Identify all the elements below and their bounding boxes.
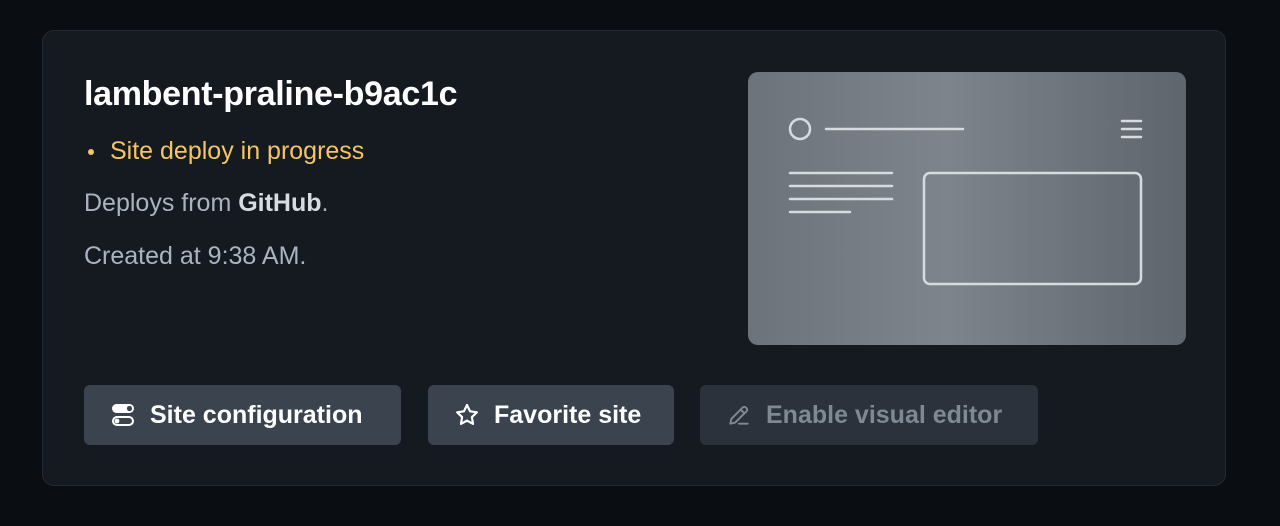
- star-icon: [454, 402, 480, 428]
- deploy-source: Deploys from GitHub.: [84, 189, 329, 218]
- favorite-site-button[interactable]: Favorite site: [428, 385, 674, 445]
- toggles-icon: [110, 402, 136, 428]
- site-name: lambent-praline-b9ac1c: [84, 75, 458, 113]
- site-configuration-button[interactable]: Site configuration: [84, 385, 401, 445]
- wireframe-illustration: [788, 117, 1143, 286]
- deploy-source-name: GitHub: [238, 189, 322, 217]
- enable-visual-editor-button[interactable]: Enable visual editor: [700, 385, 1038, 445]
- site-preview-thumbnail[interactable]: [748, 72, 1186, 345]
- deploy-status: Site deploy in progress: [84, 137, 364, 166]
- wireframe-circle-icon: [788, 117, 812, 141]
- favorite-site-label: Favorite site: [494, 400, 642, 429]
- deploy-status-text: Site deploy in progress: [110, 137, 365, 165]
- site-configuration-label: Site configuration: [150, 400, 363, 429]
- enable-visual-editor-label: Enable visual editor: [766, 400, 1003, 429]
- deploy-source-prefix: Deploys from: [84, 189, 239, 217]
- site-card: lambent-praline-b9ac1c Site deploy in pr…: [42, 30, 1226, 486]
- pencil-icon: [726, 402, 752, 428]
- created-time: Created at 9:38 AM.: [84, 242, 307, 270]
- deploy-source-suffix: .: [321, 189, 329, 217]
- status-dot-icon: [88, 148, 94, 155]
